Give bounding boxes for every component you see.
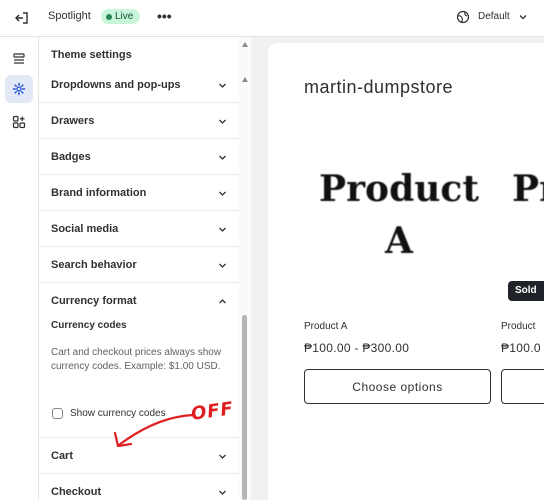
section-social-media[interactable]: Social media — [39, 211, 239, 247]
more-actions-icon[interactable]: ••• — [157, 9, 172, 23]
product-price: ₱100.0 — [501, 341, 541, 355]
section-drawers[interactable]: Drawers — [39, 103, 239, 139]
panel-scrollbar[interactable] — [239, 37, 251, 500]
section-label: Cart — [51, 450, 74, 462]
chevron-down-icon[interactable] — [518, 12, 528, 22]
apps-button[interactable] — [5, 108, 33, 136]
product-price: ₱100.00 - ₱300.00 — [304, 341, 410, 355]
section-label: Social media — [51, 223, 119, 235]
section-currency-format[interactable]: Currency format — [39, 283, 239, 319]
theme-selector[interactable]: Default — [478, 11, 510, 22]
section-label: Brand information — [51, 187, 147, 199]
status-badge-label: Live — [115, 11, 134, 22]
section-label: Currency format — [51, 295, 137, 307]
annotation-arrow — [113, 413, 195, 448]
choose-options-label: Choose options — [352, 379, 443, 394]
status-badge: Live — [101, 9, 141, 24]
choose-options-button[interactable]: Choose options — [304, 369, 491, 404]
section-dropdowns-and-popups[interactable]: Dropdowns and pop-ups — [39, 67, 239, 103]
chevron-down-icon — [219, 454, 226, 459]
scroll-up-arrow[interactable] — [242, 77, 248, 82]
scroll-up-arrow[interactable] — [242, 42, 248, 47]
apps-icon — [12, 115, 26, 129]
chevron-down-icon — [219, 119, 226, 124]
globe-icon[interactable] — [456, 10, 470, 24]
section-label: Dropdowns and pop-ups — [51, 79, 181, 91]
product-name[interactable]: Product — [501, 321, 535, 332]
section-checkout[interactable]: Checkout — [39, 474, 239, 500]
sections-icon — [13, 53, 25, 64]
chevron-down-icon — [219, 227, 226, 232]
top-bar: Spotlight Live ••• Default — [0, 0, 544, 37]
section-label: Badges — [51, 151, 91, 163]
chevron-down-icon — [219, 263, 226, 268]
section-search-behavior[interactable]: Search behavior — [39, 247, 239, 283]
theme-settings-panel: Theme settings Dropdowns and pop-ups Dra… — [39, 37, 251, 500]
chevron-up-icon — [219, 299, 226, 304]
show-currency-codes-checkbox[interactable] — [52, 408, 63, 419]
theme-settings-button[interactable] — [5, 75, 33, 103]
gear-icon — [12, 82, 26, 96]
chevron-down-icon — [219, 490, 226, 495]
chevron-down-icon — [219, 83, 226, 88]
exit-icon[interactable] — [14, 10, 30, 26]
panel-title: Theme settings — [51, 49, 132, 61]
section-brand-information[interactable]: Brand information — [39, 175, 239, 211]
sold-badge: Sold — [508, 281, 544, 301]
product-image[interactable]: Pr — [512, 163, 544, 215]
currency-codes-help-text: Cart and checkout prices always show cur… — [51, 347, 222, 372]
section-label: Checkout — [51, 486, 102, 498]
section-badges[interactable]: Badges — [39, 139, 239, 175]
store-preview: martin-dumpstore Product A Pr Sold Produ… — [268, 43, 544, 500]
currency-codes-heading: Currency codes — [51, 320, 127, 331]
section-label: Drawers — [51, 115, 95, 127]
chevron-down-icon — [219, 155, 226, 160]
choose-options-button[interactable] — [501, 369, 544, 404]
section-label: Search behavior — [51, 259, 137, 271]
theme-title: Spotlight — [48, 10, 91, 22]
product-name[interactable]: Product A — [304, 321, 347, 332]
live-dot-icon — [106, 13, 112, 20]
sections-button[interactable] — [5, 45, 33, 73]
scrollbar-thumb[interactable] — [242, 315, 247, 500]
chevron-down-icon — [219, 191, 226, 196]
left-rail — [0, 37, 39, 500]
store-name[interactable]: martin-dumpstore — [304, 77, 453, 98]
product-image[interactable]: Product A — [304, 163, 494, 267]
